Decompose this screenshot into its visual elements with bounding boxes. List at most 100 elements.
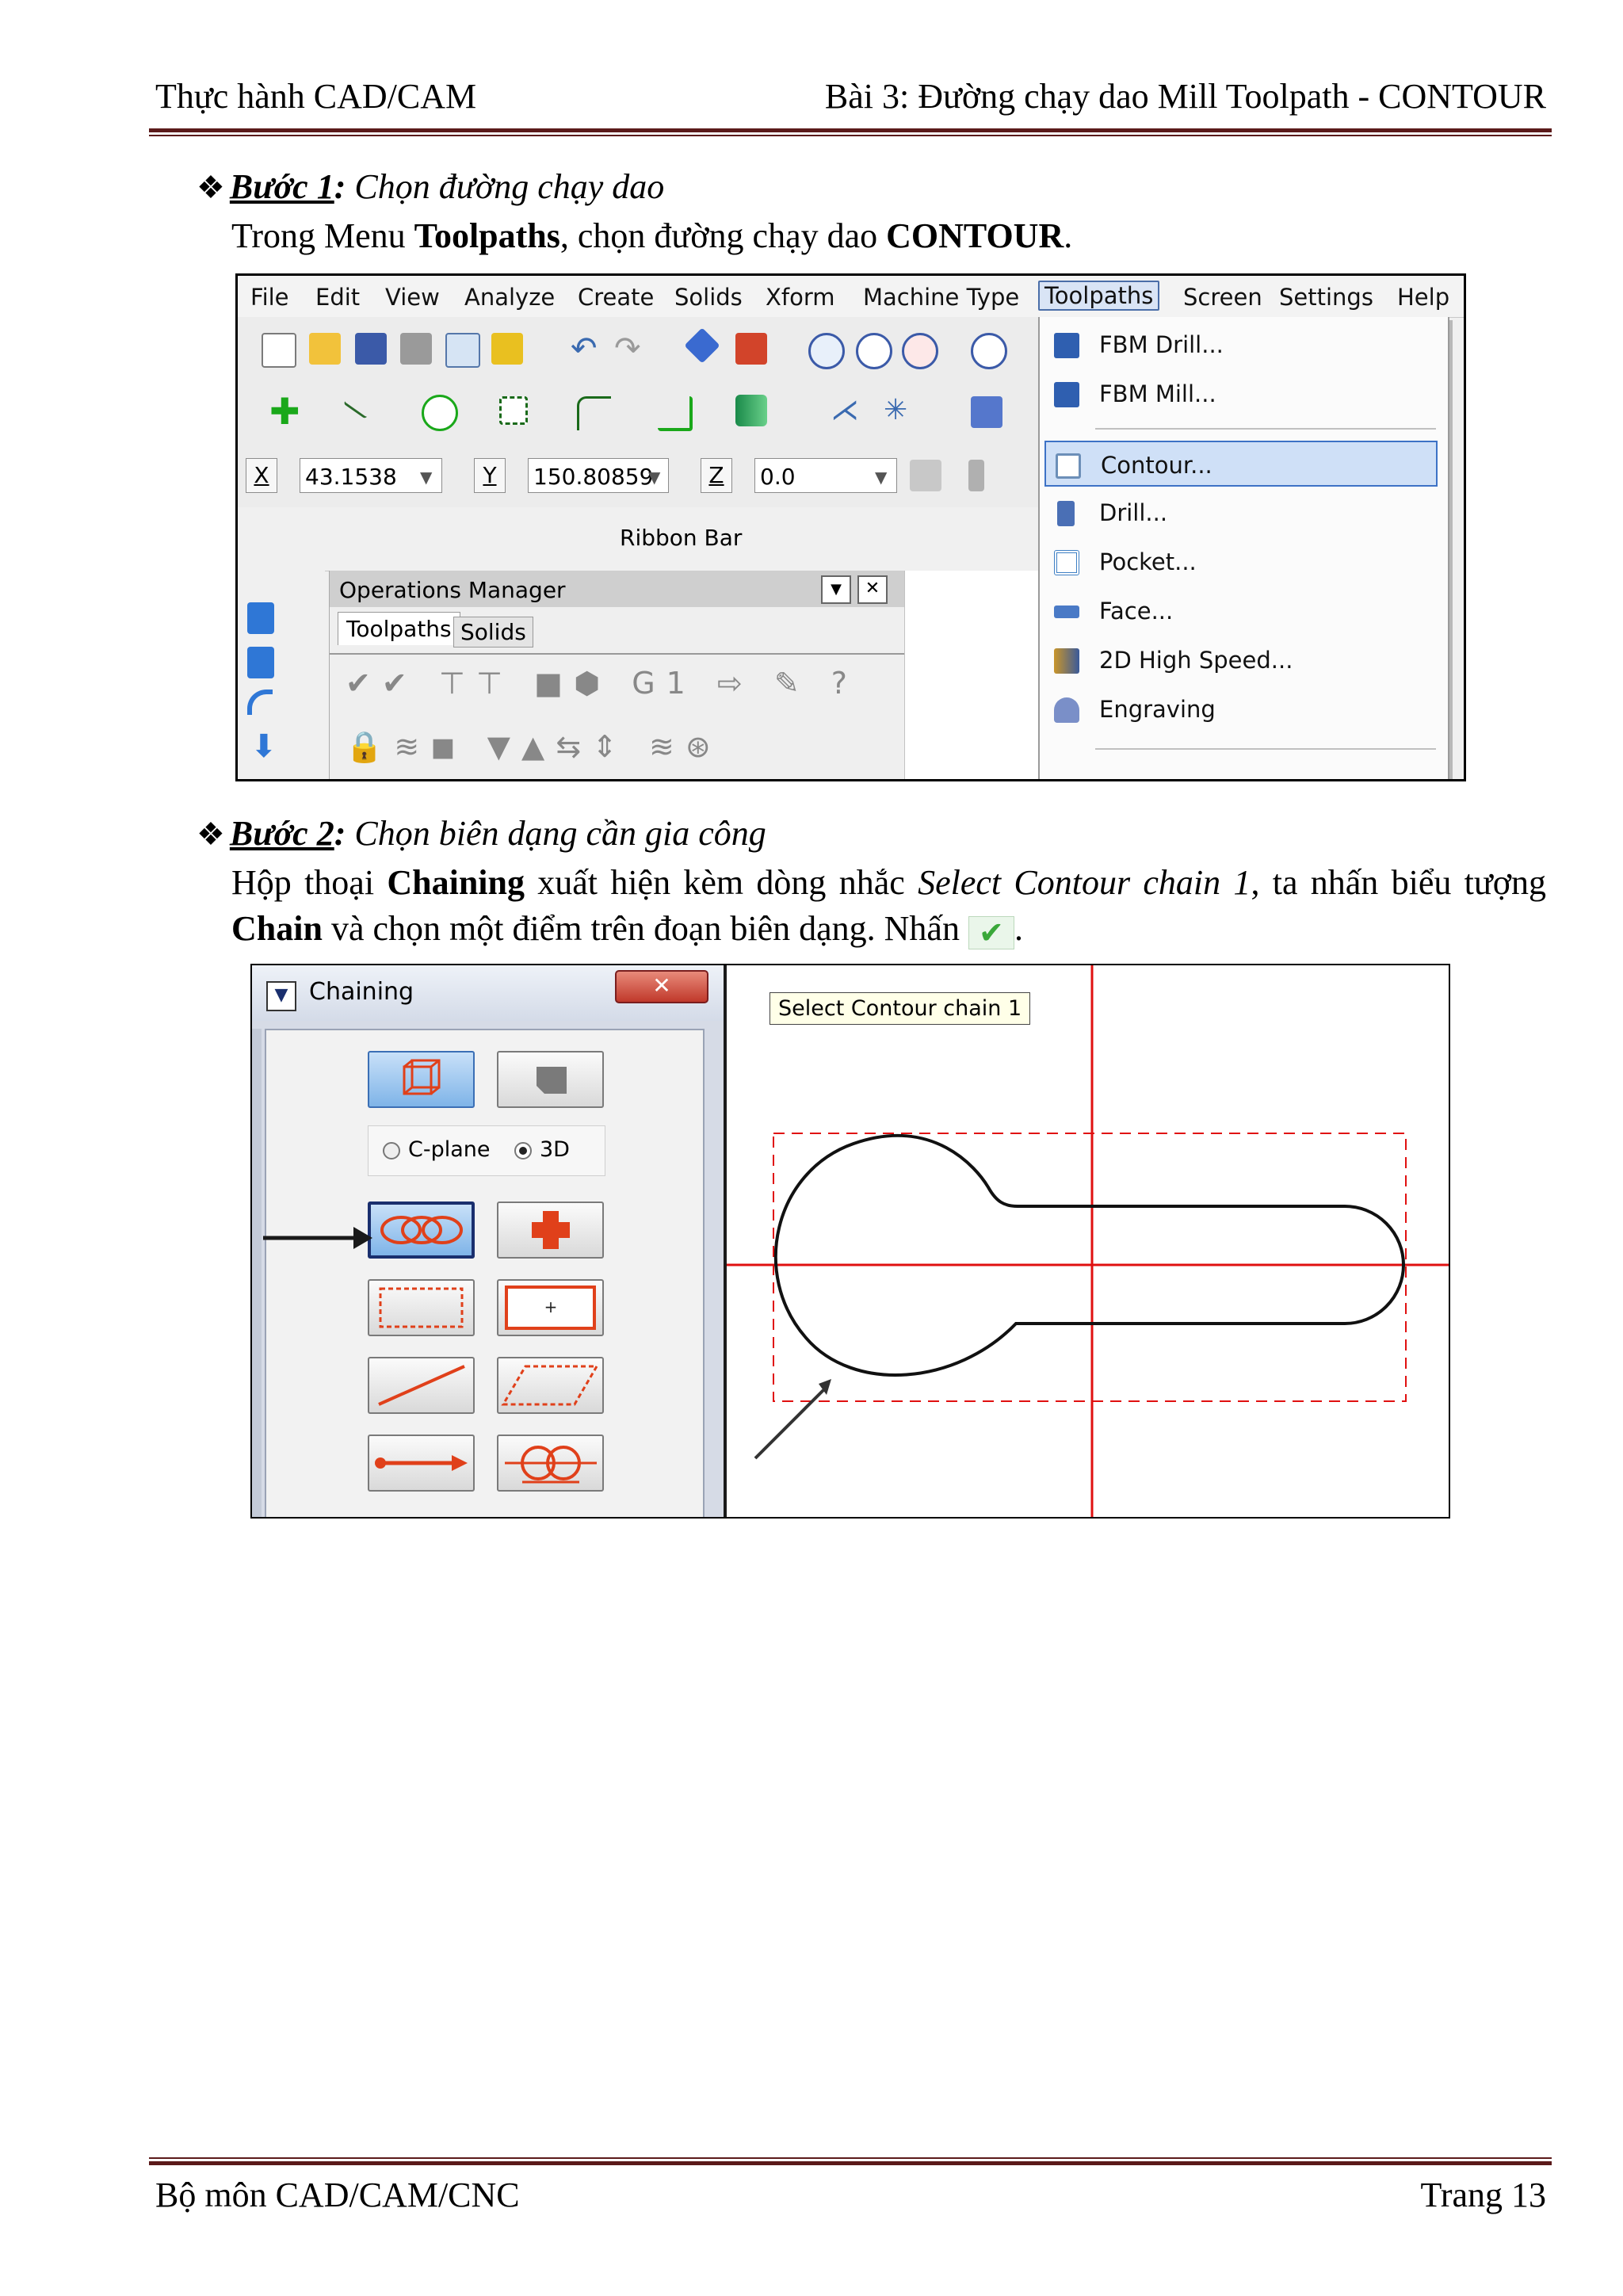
header-course-title: Thực hành CAD/CAM — [155, 77, 477, 116]
new-file-icon[interactable] — [262, 333, 296, 368]
operations-toolbar-row1: ✔✔ ⊤⊤ ■⬢ G1 ⇨ ✎ ? — [346, 666, 858, 701]
point-plus-icon[interactable]: ✚ — [269, 393, 301, 430]
menu-file[interactable]: File — [250, 284, 289, 311]
menu-item-label: Drill... — [1099, 499, 1168, 526]
x-dropdown-icon[interactable]: ▼ — [420, 468, 432, 487]
step2-paragraph-line1: Hộp thoại Chaining xuất hiện kèm dòng nh… — [231, 862, 1546, 903]
open-folder-icon[interactable] — [309, 333, 341, 365]
mastercam-menu-screenshot: File Edit View Analyze Create Solids Xfo… — [235, 273, 1466, 781]
graphics-area[interactable] — [905, 571, 1038, 779]
step1-label: Bước 1 — [229, 167, 334, 206]
step1-text-contour: CONTOUR — [886, 216, 1064, 255]
drill-icon — [1057, 501, 1075, 526]
circle-icon[interactable] — [422, 395, 458, 431]
analyze-icon[interactable] — [971, 396, 1002, 428]
step1-heading: ❖ Bước 1: Chọn đường chạy dao — [197, 166, 664, 207]
menu-analyze[interactable]: Analyze — [464, 284, 555, 311]
tab-solids[interactable]: Solids — [453, 617, 533, 648]
step1-text-a: Trong Menu — [231, 216, 414, 255]
tab-divider — [330, 653, 904, 655]
step2-text-e: , ta nhấn biểu tượng — [1251, 863, 1546, 902]
menu-item-fbm-drill[interactable]: FBM Drill... — [1040, 322, 1444, 368]
unzoom-icon[interactable] — [971, 333, 1007, 369]
y-dropdown-icon[interactable]: ▼ — [648, 468, 660, 487]
menu-machine-type[interactable]: Machine Type — [863, 284, 1019, 311]
menu-create[interactable]: Create — [578, 284, 654, 311]
step1-paragraph: Trong Menu Toolpaths, chọn đường chạy da… — [231, 216, 1072, 256]
menu-view[interactable]: View — [385, 284, 440, 311]
solid-cylinder-icon[interactable] — [735, 395, 767, 426]
step2-heading: ❖ Bước 2: Chọn biên dạng cần gia công — [197, 813, 766, 854]
zoom-window-icon[interactable] — [808, 333, 845, 369]
bounding-box-dashed — [773, 1133, 1407, 1402]
arc-icon[interactable] — [247, 690, 273, 715]
step2-paragraph-line2: Chain và chọn một điểm trên đoạn biên dạ… — [231, 908, 1023, 949]
tab-toolpaths[interactable]: Toolpaths — [338, 612, 460, 645]
menu-item-drill[interactable]: Drill... — [1040, 490, 1444, 536]
operations-manager-panel: Operations Manager ▼ ✕ Toolpaths Solids … — [329, 571, 907, 779]
rotate-icon[interactable] — [247, 647, 274, 678]
menu-toolpaths[interactable]: Toolpaths — [1038, 281, 1160, 311]
chamfer-icon[interactable] — [658, 396, 693, 431]
redo-icon[interactable]: ↷ — [614, 333, 646, 368]
arrow-down-icon[interactable]: ⬇ — [250, 731, 282, 765]
save-icon[interactable] — [355, 333, 387, 365]
menu-settings[interactable]: Settings — [1279, 284, 1373, 311]
menu-item-fbm-mill[interactable]: FBM Mill... — [1040, 371, 1444, 417]
step2-title: Chọn biên dạng cần gia công — [354, 814, 766, 853]
pan-icon[interactable] — [684, 327, 720, 364]
zoom-target-icon[interactable] — [856, 333, 892, 369]
menu-solids[interactable]: Solids — [674, 284, 743, 311]
left-toolbar: ⬇ — [238, 571, 325, 779]
menu-item-contour[interactable]: Contour... — [1044, 441, 1438, 487]
print-preview-icon[interactable] — [445, 333, 480, 368]
high-speed-icon — [1054, 648, 1079, 674]
menu-item-pocket[interactable]: Pocket... — [1040, 539, 1444, 585]
menu-screen[interactable]: Screen — [1183, 284, 1262, 311]
undo-icon[interactable]: ↶ — [571, 333, 602, 368]
step1-title: Chọn đường chạy dao — [354, 167, 665, 206]
autocursor-icon[interactable] — [968, 460, 984, 491]
menu-item-label: FBM Drill... — [1099, 331, 1224, 358]
xform-icon[interactable]: ⋌ — [831, 396, 862, 428]
step2-text-prompt: Select Contour chain 1 — [918, 863, 1251, 902]
print-icon[interactable] — [400, 333, 432, 365]
menu-xform[interactable]: Xform — [766, 284, 834, 311]
line-icon[interactable] — [343, 390, 375, 419]
mirror-icon[interactable]: ✳ — [884, 396, 915, 428]
step2-colon: : — [334, 814, 346, 853]
arrow-up-icon[interactable] — [247, 602, 274, 634]
step1-text-e: . — [1064, 216, 1073, 255]
menu-edit[interactable]: Edit — [315, 284, 360, 311]
goblet-icon[interactable] — [491, 333, 523, 365]
step1-bullet: ❖ — [197, 170, 225, 205]
fit-icon[interactable] — [735, 333, 767, 365]
ribbon-bar: Ribbon Bar — [238, 507, 1038, 571]
contour-icon — [1056, 453, 1081, 479]
fbm-drill-icon — [1054, 333, 1079, 358]
zoom-out-icon[interactable] — [902, 333, 938, 369]
menu-help[interactable]: Help — [1397, 284, 1449, 311]
z-dropdown-icon[interactable]: ▼ — [875, 468, 887, 487]
fast-point-icon[interactable] — [910, 460, 941, 491]
rectangle-icon[interactable] — [499, 396, 528, 425]
menu-item-2d-high-speed[interactable]: 2D High Speed... — [1040, 637, 1444, 683]
menu-item-engraving[interactable]: Engraving — [1040, 686, 1444, 732]
ok-checkmark-icon: ✔ — [968, 916, 1014, 949]
step2-bullet: ❖ — [197, 816, 225, 852]
menu-item-label: Face... — [1099, 598, 1174, 625]
graphics-viewport[interactable]: Select Contour chain 1 — [727, 965, 1449, 1517]
keyhole-contour[interactable] — [773, 1133, 1405, 1377]
panel-menu-icon[interactable]: ▼ — [821, 575, 851, 604]
menu-item-face[interactable]: Face... — [1040, 588, 1444, 634]
header-rule-thick — [149, 128, 1552, 132]
step2-label: Bước 2 — [229, 814, 334, 853]
panel-close-icon[interactable]: ✕ — [857, 575, 888, 604]
header-lesson-title: Bài 3: Đường chạy dao Mill Toolpath - CO… — [824, 77, 1546, 116]
standard-toolbar: ↶ ↷ — [238, 317, 1038, 381]
step1-text-c: , chọn đường chạy dao — [559, 216, 887, 255]
menu-item-label: 2D High Speed... — [1099, 647, 1293, 674]
fillet-icon[interactable] — [577, 396, 611, 430]
ribbon-bar-label: Ribbon Bar — [620, 525, 743, 551]
toolpaths-dropdown-menu: FBM Drill... FBM Mill... Contour... Dril… — [1038, 317, 1449, 779]
